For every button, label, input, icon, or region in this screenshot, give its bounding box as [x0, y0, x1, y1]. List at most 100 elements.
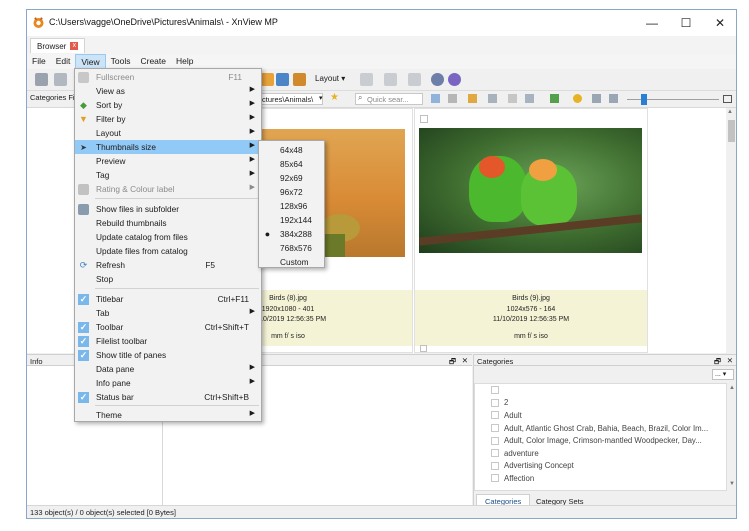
menu-create[interactable]: Create: [135, 54, 171, 69]
menu-item-titlebar[interactable]: ✓ Titlebar Ctrl+F11: [75, 292, 261, 306]
rename-icon[interactable]: [525, 94, 534, 103]
menu-item-update-files-from-catalog[interactable]: Update files from catalog: [75, 244, 261, 258]
slider-handle[interactable]: [641, 94, 647, 105]
maximize-button[interactable]: ☐: [669, 10, 703, 36]
list-item[interactable]: [491, 384, 504, 397]
category-checkbox[interactable]: [491, 474, 499, 483]
menu-item-info-pane[interactable]: Info pane ▶: [75, 376, 261, 390]
menu-item-preview[interactable]: Preview ▶: [75, 154, 261, 168]
menu-item-theme[interactable]: Theme ▶: [75, 408, 261, 422]
fullscreen-icon[interactable]: [54, 73, 67, 86]
quick-search-input[interactable]: Quick sear...: [355, 93, 423, 105]
menu-item-filter-by[interactable]: ▼ Filter by ▶: [75, 112, 261, 126]
thumb-size-85x64[interactable]: 85x64: [259, 157, 324, 171]
favorite-star-icon[interactable]: ★: [330, 92, 339, 103]
list-item[interactable]: Adult, Color Image, Crimson-mantled Wood…: [491, 434, 702, 447]
menu-file[interactable]: File: [27, 54, 51, 69]
thumb-size-custom[interactable]: Custom: [259, 255, 324, 269]
categories-options-dropdown[interactable]: ... ▾: [712, 369, 734, 380]
slideshow-icon[interactable]: [276, 73, 289, 86]
menu-item-show-files-in-subfolder[interactable]: Show files in subfolder: [75, 202, 261, 216]
thumb-size-192x144[interactable]: 192x144: [259, 213, 324, 227]
category-checkbox[interactable]: [491, 449, 499, 458]
scroll-thumb[interactable]: [728, 120, 735, 142]
close-pane-icon[interactable]: ✕: [727, 356, 733, 365]
path-dropdown-icon[interactable]: ▾: [319, 94, 323, 102]
category-checkbox[interactable]: [491, 461, 499, 470]
settings-icon[interactable]: [431, 73, 444, 86]
menu-item-stop[interactable]: Stop: [75, 272, 261, 286]
menu-view[interactable]: View: [75, 54, 106, 69]
category-checkbox[interactable]: [491, 386, 499, 395]
menu-edit[interactable]: Edit: [51, 54, 76, 69]
compare-icon[interactable]: [408, 73, 421, 86]
menu-item-toolbar[interactable]: ✓ Toolbar Ctrl+Shift+T: [75, 320, 261, 334]
thumb-size-96x72[interactable]: 96x72: [259, 185, 324, 199]
sort-icon[interactable]: [592, 94, 601, 103]
path-field[interactable]: ctures\Animals\: [259, 93, 323, 105]
menu-item-sort-by[interactable]: ◆ Sort by ▶: [75, 98, 261, 112]
list-item[interactable]: adventure: [491, 447, 539, 460]
layout-dropdown[interactable]: Layout ▾: [315, 74, 345, 83]
menu-item-tag[interactable]: Tag ▶: [75, 168, 261, 182]
category-checkbox[interactable]: [491, 424, 499, 433]
thumb-size-128x96[interactable]: 128x96: [259, 199, 324, 213]
close-button[interactable]: ✕: [703, 10, 736, 36]
tab-close-icon[interactable]: x: [70, 42, 79, 50]
help-icon[interactable]: [448, 73, 461, 86]
folder-up-icon[interactable]: [468, 94, 477, 103]
thumb-size-384x288[interactable]: ● 384x288: [259, 227, 324, 241]
thumb-select-checkbox[interactable]: [420, 115, 428, 123]
category-checkbox[interactable]: [491, 436, 499, 445]
thumbnail-item[interactable]: Birds (9).jpg 1024x576 - 164 11/10/2019 …: [414, 108, 648, 353]
thumb-size-768x576[interactable]: 768x576: [259, 241, 324, 255]
preview-toggle-icon[interactable]: [723, 95, 732, 103]
menu-item-layout[interactable]: Layout ▶: [75, 126, 261, 140]
list-item[interactable]: Affection: [491, 472, 534, 485]
convert-icon[interactable]: [360, 73, 373, 86]
tab-browser[interactable]: Browser x: [30, 38, 86, 53]
category-checkbox[interactable]: [491, 411, 499, 420]
list-item[interactable]: 2: [491, 397, 508, 410]
categories-scrollbar[interactable]: ▲ ▼: [727, 383, 736, 491]
menu-item-fullscreen[interactable]: Fullscreen F11: [75, 70, 261, 84]
minimize-button[interactable]: —: [635, 10, 669, 36]
delete-icon[interactable]: [508, 94, 517, 103]
view-mode-icon[interactable]: [609, 94, 618, 103]
float-pane-icon[interactable]: 🗗: [714, 356, 721, 369]
close-pane-icon[interactable]: ✕: [462, 356, 468, 365]
menu-item-view-as[interactable]: View as ▶: [75, 84, 261, 98]
scroll-down-icon[interactable]: ▼: [729, 481, 735, 487]
open-icon[interactable]: [261, 73, 274, 86]
scroll-up-icon[interactable]: ▲: [729, 385, 735, 391]
list-item[interactable]: Adult, Atlantic Ghost Crab, Bahia, Beach…: [491, 422, 708, 435]
browser-icon[interactable]: [35, 73, 48, 86]
menu-item-update-catalog-from-files[interactable]: Update catalog from files: [75, 230, 261, 244]
tag-icon[interactable]: [550, 94, 559, 103]
float-pane-icon[interactable]: 🗗: [449, 356, 456, 369]
menu-item-tab[interactable]: Tab ▶: [75, 306, 261, 320]
list-item[interactable]: Advertising Concept: [491, 460, 574, 473]
menu-item-data-pane[interactable]: Data pane ▶: [75, 362, 261, 376]
back-icon[interactable]: [431, 94, 440, 103]
category-checkbox[interactable]: [491, 398, 499, 407]
menu-item-status-bar[interactable]: ✓ Status bar Ctrl+Shift+B: [75, 390, 261, 404]
forward-icon[interactable]: [448, 94, 457, 103]
thumb-select-checkbox[interactable]: [420, 345, 427, 352]
print-icon[interactable]: [293, 73, 306, 86]
thumb-size-64x48[interactable]: 64x48: [259, 143, 324, 157]
rotate-icon[interactable]: [488, 94, 497, 103]
menu-item-rating-colour-label[interactable]: Rating & Colour label ▶: [75, 182, 261, 196]
list-item[interactable]: Adult: [491, 409, 522, 422]
menu-item-filelist-toolbar[interactable]: ✓ Filelist toolbar: [75, 334, 261, 348]
thumbnail-scrollbar[interactable]: ▲: [726, 108, 736, 353]
menu-tools[interactable]: Tools: [106, 54, 136, 69]
filter-icon[interactable]: [573, 94, 582, 103]
thumb-size-92x69[interactable]: 92x69: [259, 171, 324, 185]
menu-item-rebuild-thumbnails[interactable]: Rebuild thumbnails: [75, 216, 261, 230]
menu-help[interactable]: Help: [171, 54, 198, 69]
batch-icon[interactable]: [384, 73, 397, 86]
menu-item-thumbnails-size[interactable]: ➤ Thumbnails size ▶: [75, 140, 261, 154]
scroll-up-icon[interactable]: ▲: [727, 109, 733, 115]
menu-item-show-title-of-panes[interactable]: ✓ Show title of panes: [75, 348, 261, 362]
